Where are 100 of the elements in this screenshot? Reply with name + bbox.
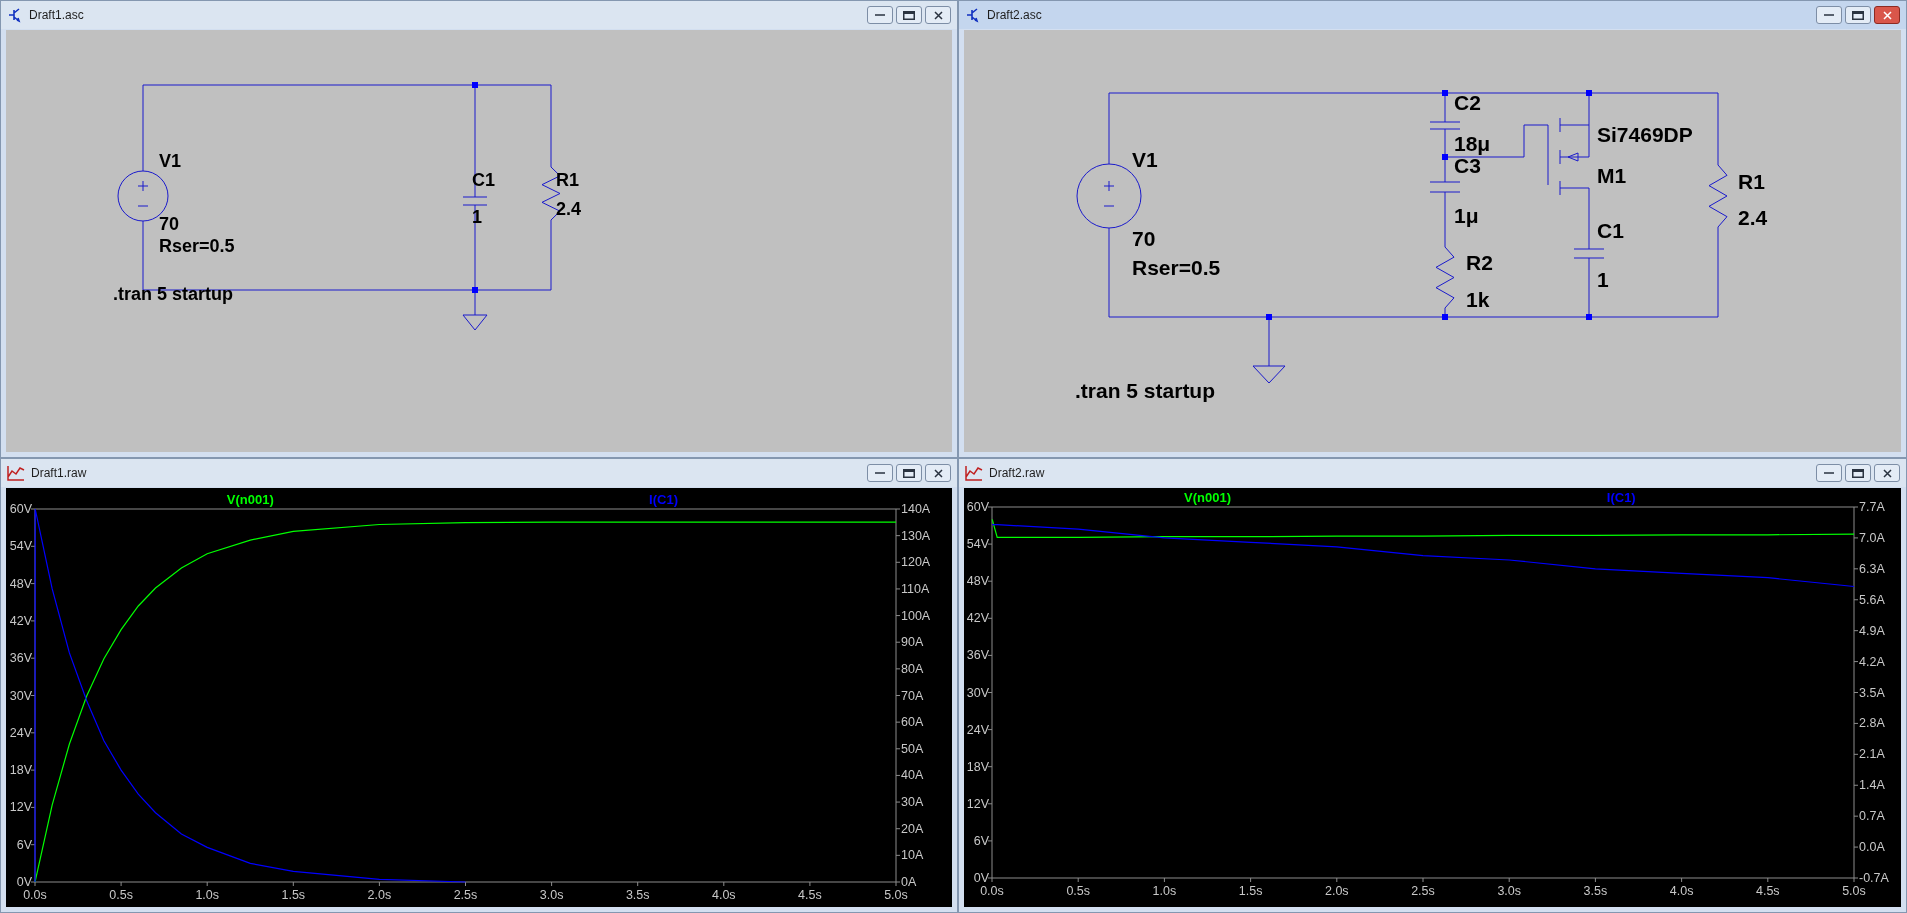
axis-tick-label: 3.5s: [1583, 884, 1608, 898]
trace-label: I(C1): [1606, 490, 1636, 505]
axis-tick-label: 60V: [966, 500, 989, 514]
axis-tick-label: 30V: [9, 688, 32, 703]
close-icon: [1882, 468, 1892, 478]
axis-tick-label: 4.2A: [1859, 654, 1885, 669]
axis-tick-label: 20A: [901, 821, 924, 836]
ground-symbol: [1252, 365, 1286, 384]
axis-tick-label: 3.5A: [1859, 685, 1885, 700]
axis-tick-label: 0A: [901, 875, 917, 889]
axis-tick-label: 42V: [966, 611, 989, 626]
axis-tick-label: 3.0s: [1497, 884, 1521, 898]
waveform-icon: [7, 465, 25, 481]
capacitor-symbol: [1573, 248, 1605, 259]
component-value: Rser=0.5: [159, 236, 235, 256]
window-title: Draft2.raw: [989, 465, 1045, 482]
component-value: 70: [1132, 227, 1156, 250]
axis-tick-label: 40A: [901, 768, 924, 783]
spice-directive: .tran 5 startup: [1075, 379, 1216, 402]
component-name: R2: [1466, 251, 1493, 274]
trace-label: V(n001): [1184, 490, 1231, 505]
axis-tick-label: 5.6A: [1859, 592, 1885, 607]
component-value: Rser=0.5: [1132, 256, 1221, 279]
axis-tick-label: 0.5s: [1066, 884, 1090, 898]
window-title: Draft1.raw: [31, 465, 87, 482]
restore-button[interactable]: [896, 464, 922, 482]
axis-tick-label: 2.0s: [1325, 884, 1349, 898]
trace-label: V(n001): [226, 492, 274, 507]
axis-tick-label: 50A: [901, 741, 924, 756]
component-name: R1: [1738, 170, 1765, 193]
axis-tick-label: 6V: [973, 833, 989, 848]
axis-tick-label: 100A: [901, 608, 931, 623]
trace-label: I(C1): [649, 492, 678, 507]
transistor-icon: [7, 7, 23, 23]
capacitor-symbol: [462, 196, 488, 206]
minimize-icon: [1824, 14, 1834, 16]
component-name: R1: [556, 170, 579, 190]
component-value: 1k: [1466, 288, 1490, 311]
restore-button[interactable]: [1845, 464, 1871, 482]
axis-tick-label: 5.0s: [1842, 884, 1866, 898]
component-name: V1: [1132, 148, 1158, 171]
axis-tick-label: 5.0s: [884, 888, 908, 902]
axis-tick-label: 1.0s: [195, 888, 219, 902]
minimize-button[interactable]: [867, 6, 893, 24]
axis-tick-label: 0.0A: [1859, 840, 1885, 855]
close-button[interactable]: [1874, 464, 1900, 482]
axis-tick-label: 110A: [901, 581, 930, 596]
axis-tick-label: 120A: [901, 555, 931, 570]
axis-tick-label: 60A: [901, 715, 924, 730]
restore-button[interactable]: [1845, 6, 1871, 24]
axis-tick-label: 6V: [16, 837, 32, 852]
restore-icon: [903, 468, 915, 478]
axis-tick-label: 24V: [9, 725, 32, 740]
axis-tick-label: 24V: [966, 722, 989, 737]
axis-tick-label: 18V: [9, 763, 32, 778]
axis-tick-label: 42V: [9, 613, 32, 628]
component-value: M1: [1597, 164, 1627, 187]
component-value: 1: [472, 207, 482, 227]
restore-button[interactable]: [896, 6, 922, 24]
axis-tick-label: 48V: [9, 576, 32, 591]
spice-directive: .tran 5 startup: [113, 284, 234, 304]
axis-tick-label: 36V: [966, 648, 989, 663]
axis-tick-label: 2.1A: [1859, 747, 1885, 762]
close-icon: [933, 468, 943, 478]
component-value: 70: [159, 214, 180, 234]
minimize-icon: [875, 14, 885, 16]
close-button[interactable]: [1874, 6, 1900, 24]
capacitor-symbol: [1429, 121, 1461, 130]
axis-tick-label: 1.5s: [1238, 884, 1263, 898]
axis-tick-label: 140A: [901, 502, 931, 516]
axis-tick-label: -0.7A: [1859, 871, 1889, 885]
capacitor-symbol: [1429, 181, 1461, 193]
axis-tick-label: 7.7A: [1859, 500, 1885, 514]
axis-tick-label: 0V: [973, 871, 989, 885]
axis-tick-label: 4.9A: [1859, 623, 1885, 638]
axis-tick-label: 0.0s: [980, 884, 1004, 898]
resistor-symbol: [1708, 164, 1728, 228]
axis-tick-label: 80A: [901, 661, 924, 676]
component-value: 18μ: [1454, 132, 1491, 155]
restore-icon: [1852, 10, 1864, 20]
axis-tick-label: 10A: [901, 848, 924, 863]
resistor-symbol: [1435, 246, 1455, 309]
axis-tick-label: 7.0A: [1859, 530, 1885, 545]
minimize-button[interactable]: [1816, 6, 1842, 24]
component-name: C2: [1454, 91, 1481, 114]
axis-tick-label: 2.5s: [453, 888, 478, 902]
close-icon: [1882, 10, 1892, 20]
close-button[interactable]: [925, 464, 951, 482]
axis-tick-label: 36V: [9, 651, 32, 666]
minimize-button[interactable]: [1816, 464, 1842, 482]
minimize-icon: [875, 472, 885, 474]
axis-tick-label: 12V: [966, 796, 989, 811]
axis-tick-label: 54V: [966, 537, 989, 552]
minimize-button[interactable]: [867, 464, 893, 482]
axis-tick-label: 3.0s: [539, 888, 564, 902]
component-value: 1: [1597, 268, 1609, 291]
close-button[interactable]: [925, 6, 951, 24]
axis-tick-label: 0V: [16, 875, 32, 889]
axis-tick-label: 0.7A: [1859, 809, 1885, 824]
axis-tick-label: 48V: [966, 574, 989, 589]
